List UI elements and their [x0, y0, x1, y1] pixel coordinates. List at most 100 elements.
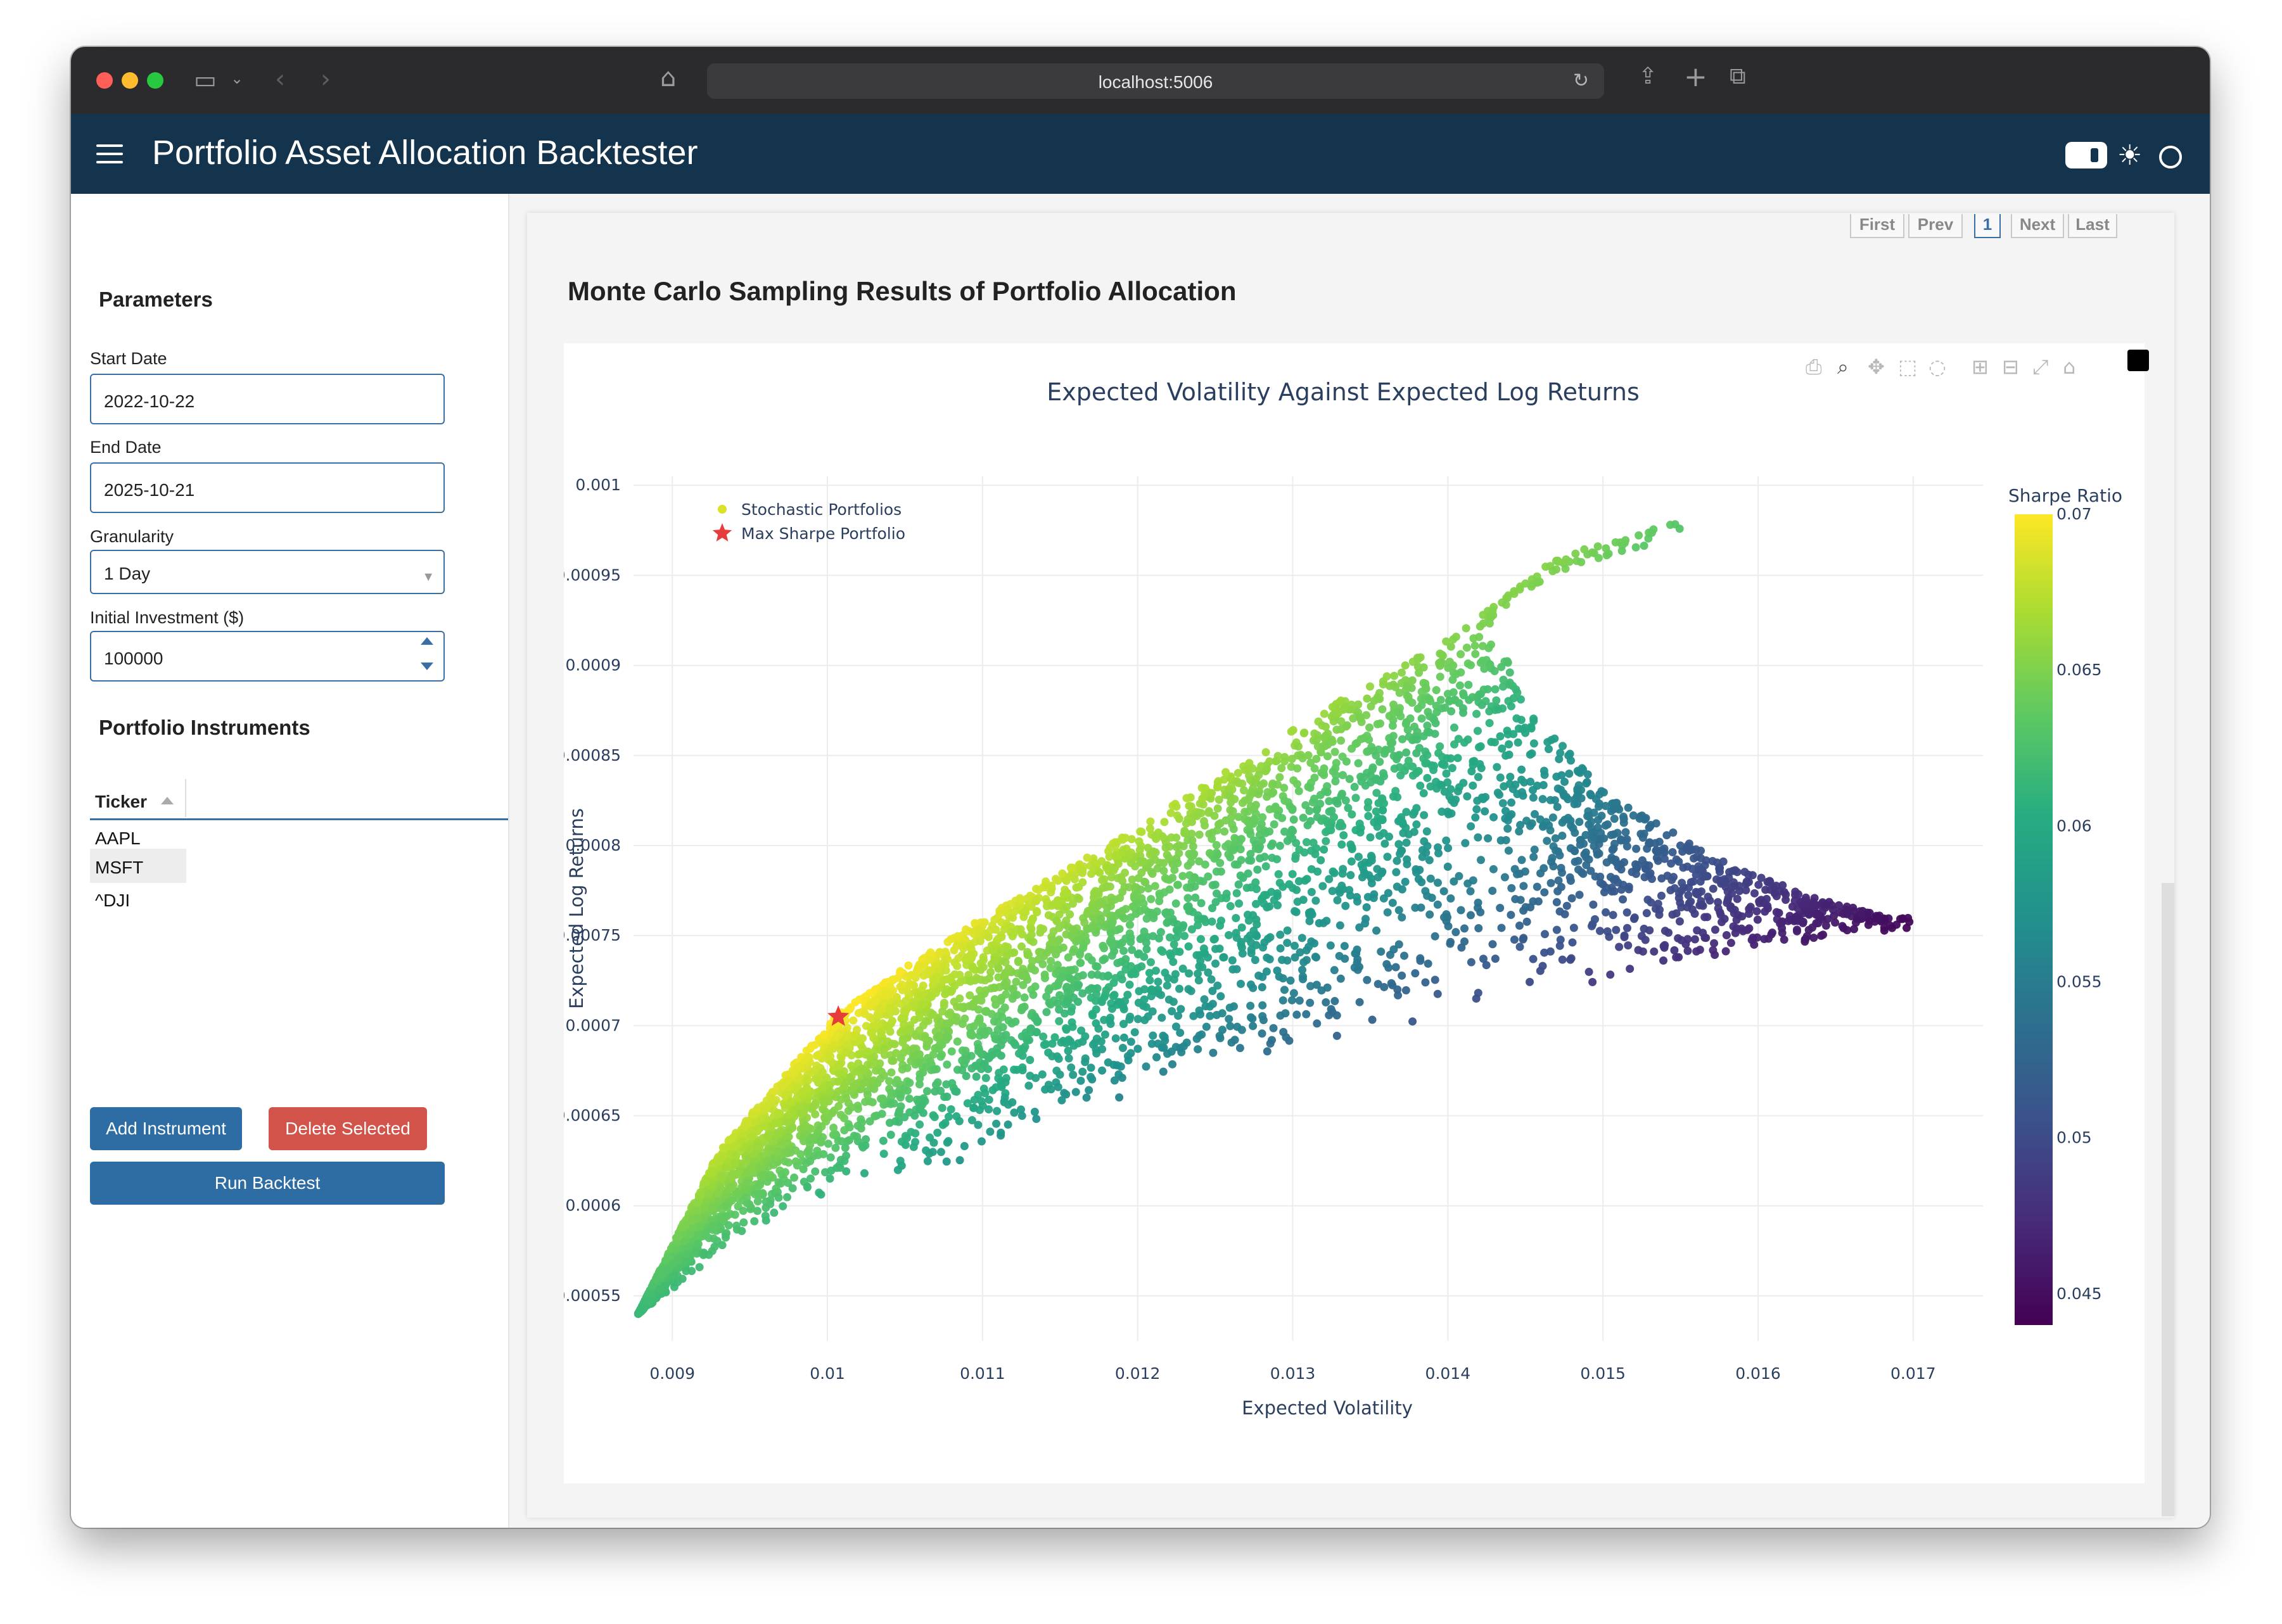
scatter-point	[1356, 828, 1365, 837]
x-tick-label: 0.017	[1890, 1364, 1936, 1383]
close-window-button[interactable]	[96, 72, 113, 89]
scatter-point	[1336, 696, 1345, 705]
scatter-point	[1433, 900, 1442, 909]
back-icon[interactable]: ‹	[275, 65, 285, 94]
end-date-input[interactable]: 2025-10-21	[90, 462, 445, 513]
parameters-heading: Parameters	[99, 288, 213, 311]
scatter-point	[1171, 899, 1180, 908]
pager-last-button[interactable]: Last	[2068, 214, 2117, 238]
scatter-point	[1486, 660, 1495, 669]
scatter-point	[1522, 917, 1531, 926]
initial-investment-input[interactable]: 100000	[90, 631, 445, 682]
scatter-point	[1460, 924, 1469, 933]
scatter-point	[917, 1008, 926, 1017]
address-bar[interactable]: localhost:5006 ↻	[707, 63, 1604, 99]
scatter-point	[1638, 947, 1647, 956]
scatter-point	[1416, 782, 1425, 790]
x-tick-label: 0.009	[649, 1364, 695, 1383]
start-date-input[interactable]: 2022-10-22	[90, 374, 445, 424]
scatter-point	[1471, 649, 1480, 658]
scatter-point	[1074, 980, 1083, 989]
delete-selected-button[interactable]: Delete Selected	[269, 1107, 427, 1150]
scatter-point	[898, 980, 907, 989]
scatter-point	[1074, 972, 1083, 981]
scatter-point	[1210, 811, 1219, 820]
scatter-point	[1028, 956, 1037, 965]
scatter-point	[1432, 707, 1441, 716]
tab-overview-icon[interactable]: ⧉	[1730, 63, 1746, 90]
scatter-point	[1106, 921, 1115, 930]
results-title: Monte Carlo Sampling Results of Portfoli…	[568, 276, 1237, 306]
pager-next-button[interactable]: Next	[2011, 214, 2064, 238]
scatter-point	[1517, 765, 1526, 774]
scatter-point	[1527, 724, 1536, 733]
scatter-point	[1276, 944, 1285, 953]
scatter-point	[1721, 947, 1730, 956]
scatter-point	[1569, 923, 1578, 932]
home-icon[interactable]: ⌂	[660, 63, 676, 92]
scatter-point	[1481, 807, 1489, 816]
dropdown-caret-icon: ▼	[422, 570, 435, 584]
scatter-point	[1045, 998, 1054, 1007]
scatter-point	[722, 1233, 730, 1242]
scatter-point	[1355, 820, 1364, 828]
card-scrollbar[interactable]	[2162, 883, 2174, 1516]
scatter-point	[1142, 1062, 1151, 1071]
scatter-point	[1272, 855, 1281, 864]
scatter-point	[1401, 877, 1410, 886]
scatter-point	[1125, 851, 1134, 860]
chevron-down-icon[interactable]: ⌄	[231, 70, 243, 87]
scatter-point	[874, 1019, 883, 1028]
scatter-point	[1439, 887, 1448, 896]
scatter-point	[1377, 947, 1386, 956]
scatter-point	[958, 1020, 967, 1029]
table-row-selected[interactable]: MSFT	[90, 849, 186, 883]
scatter-point	[1374, 694, 1382, 703]
scatter-point	[1418, 853, 1427, 861]
hamburger-menu-icon[interactable]	[96, 144, 123, 163]
ticker-column-header[interactable]: Ticker	[95, 792, 147, 812]
scatter-point	[1224, 840, 1233, 849]
scatter-point	[1171, 947, 1180, 956]
scatter-point	[1016, 1105, 1025, 1114]
scatter-point	[1123, 991, 1132, 999]
scatter-point	[1353, 965, 1362, 974]
granularity-select[interactable]: 1 Day ▼	[90, 550, 445, 594]
sun-icon[interactable]: ☀	[2117, 139, 2142, 172]
add-instrument-button[interactable]: Add Instrument	[90, 1107, 242, 1150]
new-tab-icon[interactable]: +	[1684, 61, 1707, 93]
scatter-point	[1305, 806, 1314, 815]
scatter-point	[1265, 805, 1274, 814]
decrement-arrow-icon[interactable]	[421, 663, 433, 670]
scatter-point	[1474, 898, 1482, 907]
pager-prev-button[interactable]: Prev	[1908, 214, 1963, 238]
maximize-window-button[interactable]	[147, 72, 163, 89]
minimize-window-button[interactable]	[122, 72, 138, 89]
scatter-point	[1273, 811, 1282, 820]
scatter-point	[1434, 843, 1443, 852]
share-icon[interactable]: ⇪	[1638, 63, 1657, 89]
scatter-point	[1098, 876, 1107, 885]
scatter-point	[1672, 953, 1681, 961]
scatter-point	[1433, 989, 1442, 998]
pager-current-page[interactable]: 1	[1974, 214, 2001, 238]
scatter-point	[1322, 998, 1330, 1006]
scatter-point	[1320, 845, 1329, 854]
scatter-point	[680, 1257, 689, 1266]
reload-icon[interactable]: ↻	[1573, 70, 1589, 92]
scatter-point	[1221, 768, 1230, 777]
scatter-point	[1491, 955, 1500, 963]
forward-icon[interactable]: ›	[321, 65, 331, 94]
table-row[interactable]: ^DJI	[90, 882, 186, 916]
pager-first-button[interactable]: First	[1850, 214, 1904, 238]
scatter-point	[1447, 707, 1456, 716]
scatter-point	[1026, 1056, 1035, 1065]
theme-toggle[interactable]	[2065, 142, 2107, 168]
run-backtest-button[interactable]: Run Backtest	[90, 1162, 445, 1205]
sort-ascending-icon[interactable]	[161, 797, 174, 804]
scatter-point	[1690, 854, 1699, 863]
sidebar-toggle-icon[interactable]: ▭	[194, 66, 217, 94]
scatter-point	[1476, 908, 1485, 917]
increment-arrow-icon[interactable]	[421, 637, 433, 645]
scatter-point	[1587, 817, 1596, 826]
